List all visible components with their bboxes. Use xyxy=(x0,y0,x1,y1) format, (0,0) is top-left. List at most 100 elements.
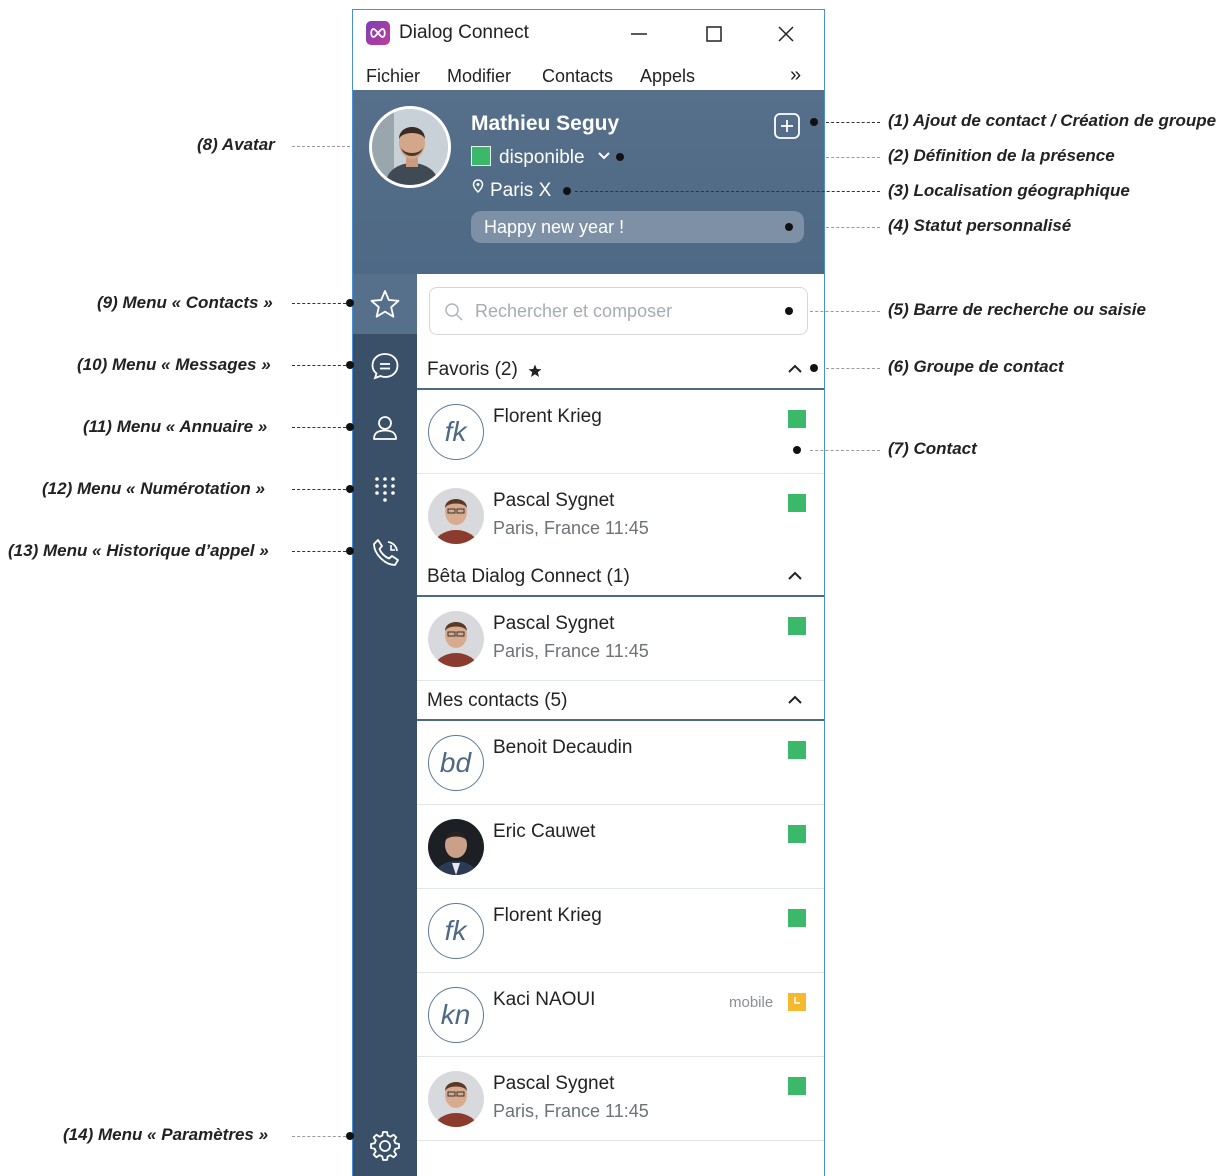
menu-contacts[interactable]: Contacts xyxy=(542,66,613,87)
nav-call-history[interactable] xyxy=(353,522,417,582)
presence-indicator xyxy=(788,1077,806,1095)
gear-icon xyxy=(370,1131,400,1161)
annotation-avatar: (8) Avatar xyxy=(197,135,275,154)
annotation-dot xyxy=(346,485,354,493)
menu-appels[interactable]: Appels xyxy=(640,66,695,87)
side-nav xyxy=(353,274,417,1176)
presence-indicator xyxy=(788,993,806,1011)
search-placeholder: Rechercher et composer xyxy=(475,301,673,321)
chevron-up-icon[interactable] xyxy=(787,570,803,582)
annotation-dot xyxy=(810,118,818,126)
group-header-beta[interactable]: Bêta Dialog Connect (1) xyxy=(417,557,824,597)
nav-settings[interactable] xyxy=(353,1116,417,1176)
contact-row[interactable]: Pascal Sygnet Paris, France 11:45 xyxy=(417,474,824,558)
user-name: Mathieu Seguy xyxy=(471,112,620,135)
presence-indicator xyxy=(788,741,806,759)
contact-name: Pascal Sygnet xyxy=(493,613,615,634)
title-bar: Dialog Connect xyxy=(353,10,824,56)
nav-contacts[interactable] xyxy=(353,274,417,334)
status-message-field[interactable]: Happy new year ! xyxy=(471,211,804,243)
contact-name: Florent Krieg xyxy=(493,905,602,926)
add-contact-button[interactable] xyxy=(773,112,801,140)
contact-row[interactable]: Pascal Sygnet Paris, France 11:45 xyxy=(417,597,824,681)
annotation-dot xyxy=(346,361,354,369)
minimize-button[interactable] xyxy=(621,16,657,50)
contact-location: Paris, France 11:45 xyxy=(493,518,649,538)
location-label[interactable]: Paris X xyxy=(490,180,551,202)
annotation-dot xyxy=(616,153,624,161)
status-message-text: Happy new year ! xyxy=(484,217,625,237)
annotation-leader xyxy=(292,1136,346,1137)
presence-indicator xyxy=(471,146,491,166)
presence-selector[interactable]: disponible xyxy=(499,147,585,169)
annotation-contact: (7) Contact xyxy=(888,439,977,458)
chevron-up-icon[interactable] xyxy=(787,694,803,706)
chevron-up-icon[interactable] xyxy=(787,363,803,375)
annotation-search: (5) Barre de recherche ou saisie xyxy=(888,300,1146,319)
menu-fichier[interactable]: Fichier xyxy=(366,66,420,87)
contact-location: Paris, France 11:45 xyxy=(493,1101,649,1121)
user-icon xyxy=(373,416,397,440)
contact-name: Florent Krieg xyxy=(493,406,602,427)
annotation-dot xyxy=(346,547,354,555)
device-label: mobile xyxy=(729,994,774,1011)
dialpad-icon xyxy=(375,477,395,502)
avatar[interactable] xyxy=(369,106,451,188)
annotation-dot xyxy=(346,299,354,307)
avatar xyxy=(428,819,484,875)
contact-row[interactable]: kn Kaci NAOUI mobile xyxy=(417,973,824,1057)
contact-row[interactable]: bd Benoit Decaudin xyxy=(417,721,824,805)
group-header-mes-contacts[interactable]: Mes contacts (5) xyxy=(417,681,824,721)
contact-row[interactable]: Eric Cauwet xyxy=(417,805,824,889)
annotation-leader xyxy=(292,365,346,366)
annotation-leader xyxy=(826,122,880,123)
contact-location: Paris, France 11:45 xyxy=(493,641,649,661)
window-title: Dialog Connect xyxy=(399,22,529,43)
contact-name: Benoit Decaudin xyxy=(493,737,633,758)
presence-indicator xyxy=(788,617,806,635)
group-header-favoris[interactable]: Favoris (2) xyxy=(417,350,824,390)
profile-header: Mathieu Seguy disponible Paris X Happy n… xyxy=(353,90,824,274)
annotation-dot xyxy=(346,423,354,431)
phone-history-icon xyxy=(373,539,399,566)
annotation-location: (3) Localisation géographique xyxy=(888,181,1130,200)
contact-row[interactable]: fk Florent Krieg xyxy=(417,390,824,474)
search-input[interactable]: Rechercher et composer xyxy=(429,287,808,335)
avatar xyxy=(428,488,484,544)
annotation-leader xyxy=(292,303,346,304)
annotation-dot xyxy=(785,223,793,231)
annotation-add-contact: (1) Ajout de contact / Création de group… xyxy=(888,111,1217,130)
chevron-down-icon[interactable] xyxy=(597,150,611,162)
avatar xyxy=(428,611,484,667)
group-label: Mes contacts (5) xyxy=(427,690,568,711)
annotation-leader xyxy=(292,489,346,490)
group-label: Favoris (2) xyxy=(427,359,518,380)
menu-modifier[interactable]: Modifier xyxy=(447,66,511,87)
maximize-button[interactable] xyxy=(696,16,732,50)
star-filled-icon xyxy=(528,364,542,377)
annotation-menu-history: (13) Menu « Historique d’appel » xyxy=(8,541,269,560)
close-button[interactable] xyxy=(768,16,804,50)
annotation-menu-settings: (14) Menu « Paramètres » xyxy=(63,1125,269,1144)
contact-row[interactable]: fk Florent Krieg xyxy=(417,889,824,973)
annotation-leader xyxy=(292,427,346,428)
annotation-menu-contacts: (9) Menu « Contacts » xyxy=(97,293,273,312)
annotation-status: (4) Statut personnalisé xyxy=(888,216,1072,235)
nav-messages[interactable] xyxy=(353,336,417,396)
menu-overflow-button[interactable]: » xyxy=(790,64,801,87)
avatar: fk xyxy=(428,903,484,959)
nav-dialpad[interactable] xyxy=(353,460,417,520)
presence-indicator xyxy=(788,494,806,512)
annotation-leader xyxy=(292,146,350,147)
annotation-dot xyxy=(563,187,571,195)
annotation-menu-directory: (11) Menu « Annuaire » xyxy=(83,417,268,436)
nav-directory[interactable] xyxy=(353,398,417,458)
annotation-leader xyxy=(826,157,880,158)
contact-row[interactable]: Pascal Sygnet Paris, France 11:45 xyxy=(417,1057,824,1141)
contact-name: Eric Cauwet xyxy=(493,821,596,842)
annotation-menu-messages: (10) Menu « Messages » xyxy=(77,355,271,374)
annotation-dot xyxy=(810,364,818,372)
avatar: kn xyxy=(428,987,484,1043)
annotation-dot xyxy=(785,307,793,315)
app-logo-icon xyxy=(366,21,390,45)
